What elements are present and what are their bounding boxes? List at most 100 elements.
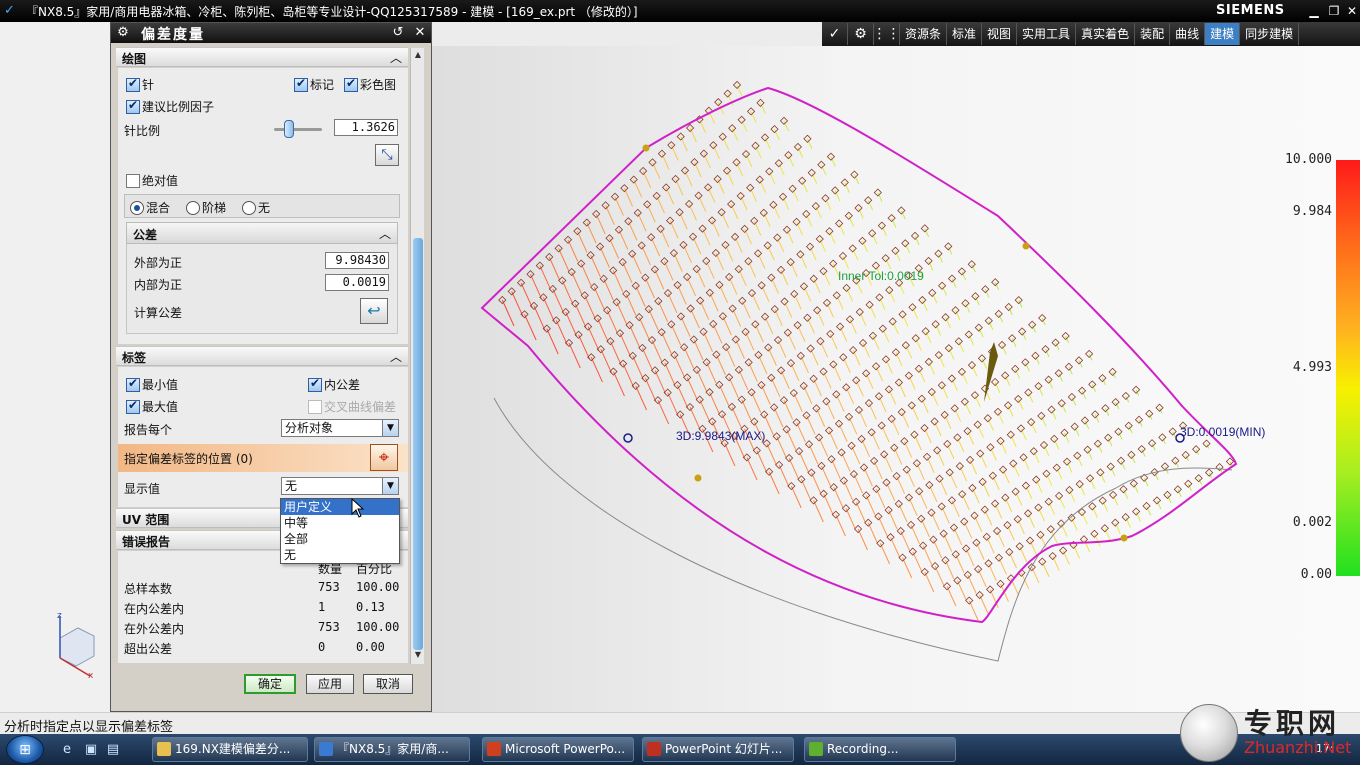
cancel-button[interactable]: 取消	[363, 674, 413, 694]
mode-step-radio[interactable]: 阶梯	[186, 199, 226, 216]
switch-windows-icon[interactable]: ▤	[104, 741, 122, 759]
radio-dot[interactable]	[186, 200, 200, 215]
auto-scale-icon[interactable]: ⤡	[375, 144, 399, 166]
dropdown-option-all[interactable]: 全部	[281, 531, 399, 547]
deviation-needle	[552, 288, 565, 314]
slider-thumb[interactable]	[284, 120, 294, 138]
dropdown-option-none[interactable]: 无	[281, 547, 399, 563]
tab-curve[interactable]: 曲线	[1170, 23, 1206, 45]
checkbox-box[interactable]	[308, 399, 322, 414]
needle-scale-slider[interactable]	[274, 128, 322, 131]
min-checkbox[interactable]: 最小值	[126, 376, 178, 393]
tab-assembly[interactable]: 装配	[1135, 23, 1171, 45]
mark-checkbox[interactable]: 标记	[294, 76, 334, 93]
chevron-up-icon[interactable]: ︿	[390, 49, 402, 66]
deviation-needle	[1002, 469, 1010, 484]
suggest-scale-checkbox[interactable]: 建议比例因子	[126, 98, 214, 115]
section-labels[interactable]: 标签 ︿	[116, 346, 408, 366]
deviation-needle	[736, 84, 743, 97]
restore-icon[interactable]: ❐	[1324, 2, 1344, 20]
calc-tolerance-button[interactable]: ↩	[360, 298, 388, 324]
tab-modeling[interactable]: 建模	[1205, 23, 1241, 45]
tab-sync-modeling[interactable]: 同步建模	[1240, 23, 1300, 45]
gear-icon[interactable]: ⚙	[848, 23, 874, 45]
inner-tol-checkbox[interactable]: 内公差	[308, 376, 360, 393]
grid-icon[interactable]: ⋮⋮	[873, 23, 901, 45]
checkbox-box[interactable]	[126, 98, 140, 114]
task-nx[interactable]: 『NX8.5』家用/商...	[314, 737, 470, 762]
abs-value-checkbox[interactable]: 绝对值	[126, 172, 178, 189]
checkbox-box[interactable]	[294, 76, 308, 92]
crosshair-icon[interactable]: ⌖	[370, 444, 398, 471]
sample-marker	[1014, 296, 1023, 305]
inner-positive-input[interactable]: 0.0019	[325, 274, 389, 291]
scroll-up-icon[interactable]: ▲	[411, 50, 425, 62]
mode-none-radio[interactable]: 无	[242, 199, 270, 216]
gear-icon[interactable]: ⚙	[114, 24, 132, 42]
chevron-down-icon[interactable]: ▼	[382, 420, 398, 436]
sample-marker	[593, 314, 602, 323]
checkbox-box[interactable]	[344, 76, 358, 92]
minimize-icon[interactable]: ▁	[1304, 2, 1324, 20]
cross-curve-checkbox[interactable]: 交叉曲线偏差	[308, 398, 396, 415]
reset-icon[interactable]: ↺	[389, 24, 407, 42]
scroll-down-icon[interactable]: ▼	[411, 650, 425, 662]
checkbox-box[interactable]	[126, 398, 140, 414]
close-window-icon[interactable]: ✕	[1342, 2, 1360, 20]
deviation-needle	[875, 488, 886, 509]
max-checkbox[interactable]: 最大值	[126, 398, 178, 415]
tab-view[interactable]: 视图	[982, 23, 1018, 45]
dropdown-option-medium[interactable]: 中等	[281, 515, 399, 531]
tab-standard[interactable]: 标准	[947, 23, 983, 45]
checkbox-box[interactable]	[126, 76, 140, 92]
radio-dot[interactable]	[242, 200, 256, 215]
sample-marker	[757, 380, 766, 390]
display-value-dropdown[interactable]: 用户定义 中等 全部 无	[280, 498, 400, 564]
tab-true-shading[interactable]: 真实着色	[1076, 23, 1136, 45]
dialog-scrollbar[interactable]: ▲ ▼	[410, 48, 424, 664]
task-powerpoint[interactable]: Microsoft PowerPo...	[482, 737, 634, 762]
sample-marker	[1121, 391, 1130, 401]
outer-positive-input[interactable]: 9.98430	[325, 252, 389, 269]
deviation-needle	[725, 346, 736, 367]
close-icon[interactable]: ✕	[411, 24, 429, 42]
deviation-needle	[853, 473, 864, 494]
section-tolerance[interactable]: 公差 ︿	[126, 222, 398, 244]
nx-menu-icon[interactable]: ✓	[822, 23, 848, 45]
chevron-up-icon[interactable]: ︿	[390, 348, 402, 365]
ie-icon[interactable]: e	[58, 741, 76, 759]
checkbox-box[interactable]	[308, 376, 322, 392]
chevron-up-icon[interactable]: ︿	[379, 225, 391, 242]
radio-dot[interactable]	[130, 200, 144, 215]
start-button[interactable]: ⊞	[6, 735, 44, 764]
task-recording[interactable]: Recording...	[804, 737, 956, 762]
tab-resource-bar[interactable]: 资源条	[900, 23, 948, 45]
deviation-needle	[869, 304, 876, 318]
specify-label-position-row[interactable]: 指定偏差标签的位置 (0) ⌖	[118, 444, 408, 472]
dropdown-option-user-defined[interactable]: 用户定义	[281, 499, 399, 515]
tab-utilities[interactable]: 实用工具	[1017, 23, 1077, 45]
apply-button[interactable]: 应用	[306, 674, 354, 694]
display-value-select[interactable]: 无 ▼	[281, 477, 399, 495]
mode-blend-radio[interactable]: 混合	[130, 199, 170, 216]
ok-button[interactable]: 确定	[244, 674, 296, 694]
sample-marker	[1023, 509, 1033, 518]
show-desktop-icon[interactable]: ▣	[82, 741, 100, 759]
deviation-needle	[766, 443, 777, 465]
scroll-thumb[interactable]	[413, 238, 423, 650]
color-map-checkbox[interactable]: 彩色图	[344, 76, 396, 93]
sample-marker	[705, 388, 714, 397]
needle-scale-input[interactable]: 1.3626	[334, 119, 398, 136]
report-each-select[interactable]: 分析对象 ▼	[281, 419, 399, 437]
task-slideshow[interactable]: PowerPoint 幻灯片...	[642, 737, 794, 762]
graphics-viewport[interactable]: 3D:9.9843(MAX) 3D:0.0019(MIN) Inner Tol:…	[432, 46, 1360, 734]
checkbox-box[interactable]	[126, 376, 140, 392]
checkbox-box[interactable]	[126, 173, 140, 188]
needle-checkbox[interactable]: 针	[126, 76, 154, 93]
deviation-needle	[584, 295, 596, 319]
sample-marker	[685, 123, 695, 133]
section-drawing[interactable]: 绘图 ︿	[116, 47, 408, 67]
task-folder[interactable]: 169.NX建模偏差分...	[152, 737, 308, 762]
chevron-down-icon[interactable]: ▼	[382, 478, 398, 494]
sample-marker	[1106, 462, 1115, 471]
